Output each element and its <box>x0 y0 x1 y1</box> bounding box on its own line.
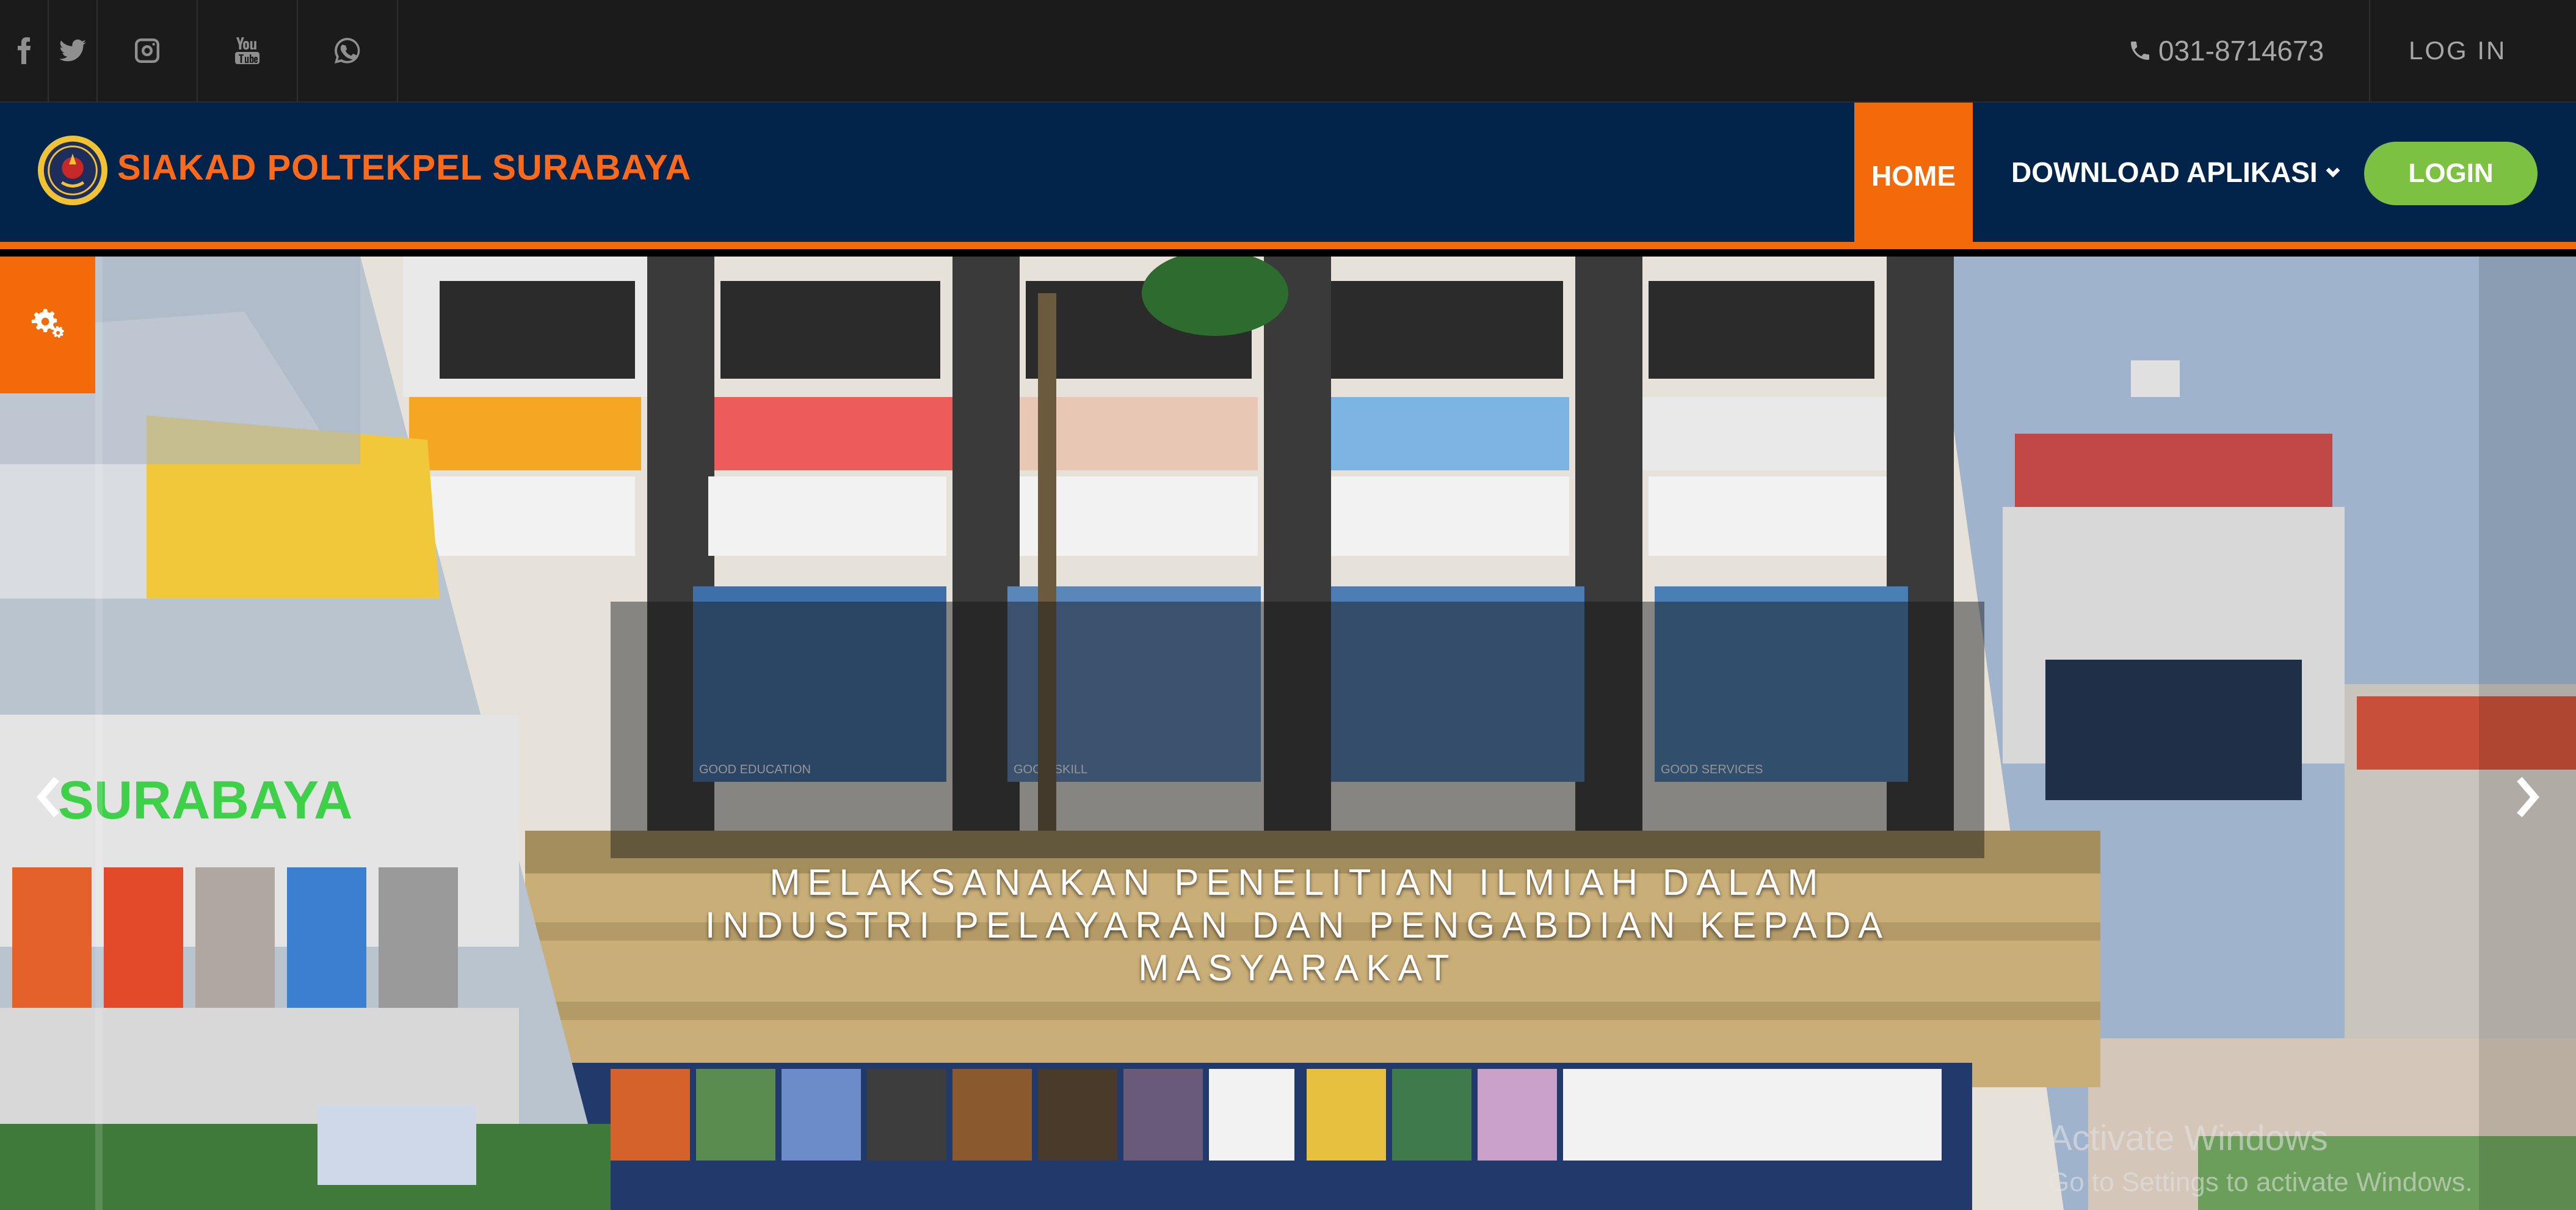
site-brand[interactable]: SIAKAD POLTEKPEL SURABAYA <box>117 147 691 188</box>
social-links <box>0 0 398 101</box>
phone-text: 031-8714673 <box>2158 35 2324 67</box>
log-in-link[interactable]: LOG IN <box>2409 0 2506 101</box>
poltekpel-logo[interactable] <box>37 134 109 206</box>
facebook-icon[interactable] <box>0 0 49 101</box>
nav-download-label: DOWNLOAD APLIKASI <box>2011 156 2318 188</box>
watermark-subtitle: Go to Settings to activate Windows. <box>2048 1167 2473 1197</box>
slider-prev-button[interactable] <box>27 770 70 825</box>
top-bar: 031-8714673 LOG IN <box>0 0 2576 103</box>
slide-caption: MELAKSANAKAN PENELITIAN ILMIAH DALAM IND… <box>705 862 1890 988</box>
top-divider <box>2369 0 2370 101</box>
chevron-right-icon <box>2517 776 2539 818</box>
nav-home[interactable]: HOME <box>1854 103 1973 249</box>
instagram-icon[interactable] <box>98 0 198 101</box>
windows-activation-watermark: Activate Windows Go to Settings to activ… <box>2048 1118 2473 1198</box>
twitter-icon[interactable] <box>49 0 98 101</box>
watermark-title: Activate Windows <box>2048 1118 2328 1158</box>
chevron-left-icon <box>37 776 59 818</box>
phone-icon <box>2131 42 2149 60</box>
hero-slider: GOOD EDUCATION GOOD SKILL GOOD SERVICES <box>0 257 2576 1210</box>
youtube-icon[interactable] <box>198 0 298 101</box>
whatsapp-icon[interactable] <box>298 0 398 101</box>
settings-toggle-button[interactable] <box>0 257 95 393</box>
login-button[interactable]: LOGIN <box>2364 142 2538 205</box>
campus-photo: GOOD EDUCATION GOOD SKILL GOOD SERVICES <box>0 257 2576 1210</box>
phone-number: 031-8714673 <box>2128 0 2324 101</box>
chevron-down-icon <box>2326 167 2340 178</box>
main-navbar: SIAKAD POLTEKPEL SURABAYA HOME DOWNLOAD … <box>0 103 2576 249</box>
slider-next-button[interactable] <box>2506 770 2549 825</box>
gears-icon <box>31 308 64 338</box>
nav-download-aplikasi[interactable]: DOWNLOAD APLIKASI <box>2011 103 2341 242</box>
